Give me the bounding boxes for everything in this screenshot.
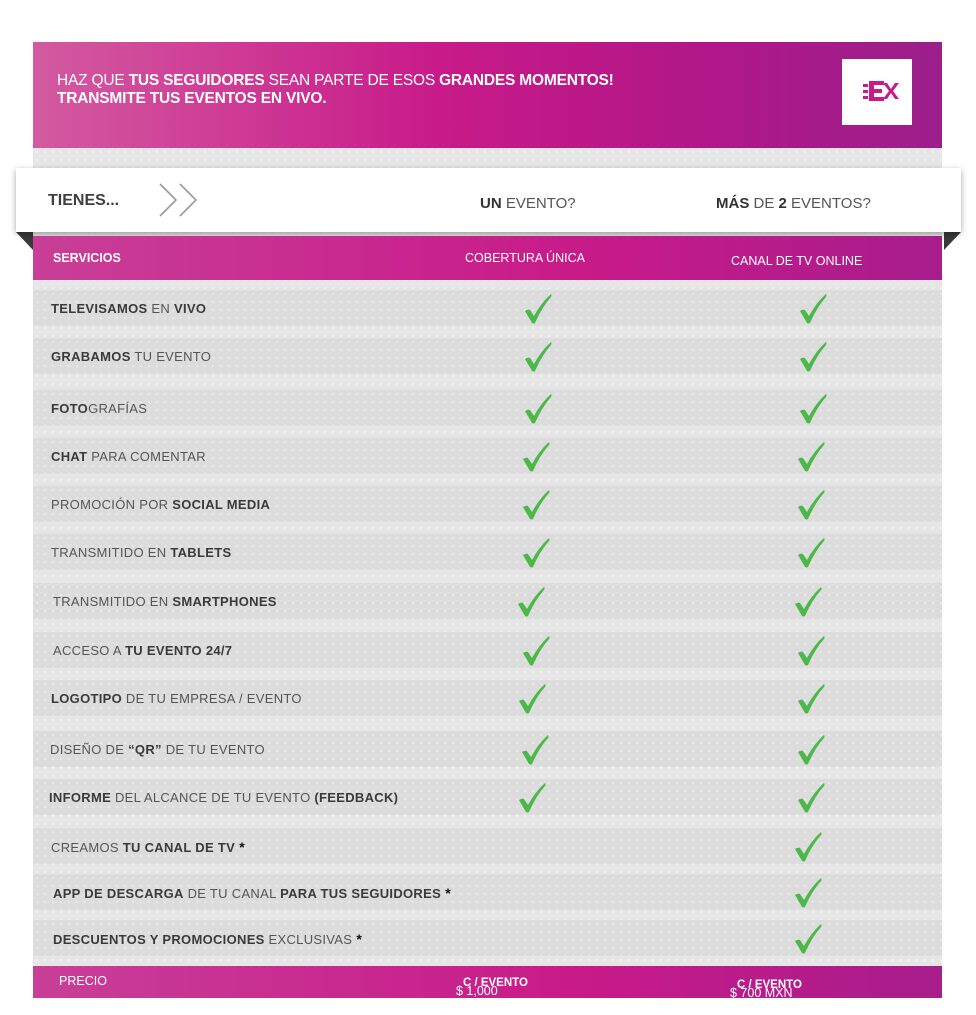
service-label: ACCESO A TU EVENTO 24/7 <box>53 643 233 658</box>
col1-plan-name: COBERTURA ÚNICA <box>465 251 585 265</box>
hero-line-2: TRANSMITE TUS EVENTOS EN VIVO. <box>57 90 327 107</box>
table-row: TELEVISAMOS EN VIVO <box>33 290 942 326</box>
price-label: PRECIO <box>59 974 107 988</box>
green-checkmark-icon <box>800 294 827 324</box>
service-label: TELEVISAMOS EN VIVO <box>51 301 207 316</box>
green-checkmark-icon <box>800 342 827 372</box>
green-checkmark-icon <box>795 832 822 862</box>
service-label: TRANSMITIDO EN SMARTPHONES <box>53 594 277 609</box>
service-label: CREAMOS TU CANAL DE TV * <box>51 839 245 855</box>
hero-headline: HAZ QUE TUS SEGUIDORES SEAN PARTE DE ESO… <box>57 72 614 108</box>
service-label: CHAT PARA COMENTAR <box>51 449 206 464</box>
fold-shadow-left <box>16 232 33 250</box>
table-row: ACCESO A TU EVENTO 24/7 <box>33 632 942 668</box>
green-checkmark-icon <box>798 490 825 520</box>
green-checkmark-icon <box>795 878 822 908</box>
price-row: PRECIO $ 1,000 MXN C / EVENTO $ 700 MXN … <box>33 966 942 1012</box>
service-label: PROMOCIÓN POR SOCIAL MEDIA <box>51 497 271 512</box>
green-checkmark-icon <box>798 684 825 714</box>
table-row: DESCUENTOS Y PROMOCIONES EXCLUSIVAS * <box>33 920 942 956</box>
col2-heading: MÁS DE 2 EVENTOS? <box>716 195 871 212</box>
green-checkmark-icon <box>795 924 822 954</box>
green-checkmark-icon <box>795 587 822 617</box>
col1-heading: UN EVENTO? <box>480 195 576 212</box>
green-checkmark-icon <box>519 783 546 813</box>
service-label: INFORME DEL ALCANCE DE TU EVENTO (FEEDBA… <box>49 790 399 805</box>
table-row: FOTOGRAFÍAS <box>33 390 942 426</box>
table-row: GRABAMOS TU EVENTO <box>33 338 942 374</box>
services-header: SERVICIOS COBERTURA ÚNICA CANAL DE TV ON… <box>33 236 942 280</box>
table-row: CHAT PARA COMENTAR <box>33 438 942 474</box>
service-label: FOTOGRAFÍAS <box>51 401 148 416</box>
col2-price: $ 700 MXN C / EVENTO <box>730 979 802 1000</box>
service-label: DESCUENTOS Y PROMOCIONES EXCLUSIVAS * <box>53 931 363 947</box>
green-checkmark-icon <box>798 735 825 765</box>
green-checkmark-icon <box>798 538 825 568</box>
col1-price: $ 1,000 MXN C / EVENTO <box>456 977 528 1012</box>
green-checkmark-icon <box>523 636 550 666</box>
service-label: LOGOTIPO DE TU EMPRESA / EVENTO <box>51 691 302 706</box>
table-row: INFORME DEL ALCANCE DE TU EVENTO (FEEDBA… <box>33 779 942 815</box>
double-chevron-right-icon <box>159 183 198 217</box>
service-label: GRABAMOS TU EVENTO <box>51 349 212 364</box>
table-row: TRANSMITIDO EN SMARTPHONES <box>33 583 942 619</box>
tienes-label: TIENES... <box>48 192 120 209</box>
green-checkmark-icon <box>800 394 827 424</box>
table-row: DISEÑO DE “QR” DE TU EVENTO <box>33 731 942 767</box>
service-label: TRANSMITIDO EN TABLETS <box>51 545 232 560</box>
green-checkmark-icon <box>798 636 825 666</box>
green-checkmark-icon <box>525 342 552 372</box>
hero-banner: HAZ QUE TUS SEGUIDORES SEAN PARTE DE ESO… <box>33 42 942 148</box>
green-checkmark-icon <box>523 490 550 520</box>
green-checkmark-icon <box>523 538 550 568</box>
ex-plug-logo-icon <box>863 81 899 101</box>
services-label: SERVICIOS <box>53 251 121 265</box>
question-bar: TIENES... UN EVENTO? MÁS DE 2 EVENTOS? <box>16 168 961 232</box>
table-row: APP DE DESCARGA DE TU CANAL PARA TUS SEG… <box>33 874 942 910</box>
table-row: PROMOCIÓN POR SOCIAL MEDIA <box>33 486 942 522</box>
green-checkmark-icon <box>518 587 545 617</box>
green-checkmark-icon <box>798 783 825 813</box>
green-checkmark-icon <box>522 735 549 765</box>
fold-shadow-right <box>944 232 961 250</box>
green-checkmark-icon <box>525 394 552 424</box>
green-checkmark-icon <box>525 294 552 324</box>
col2-plan-name: CANAL DE TV ONLINE <box>731 254 863 268</box>
table-row: LOGOTIPO DE TU EMPRESA / EVENTO <box>33 680 942 716</box>
brand-logo[interactable] <box>842 59 912 125</box>
green-checkmark-icon <box>798 442 825 472</box>
service-label: DISEÑO DE “QR” DE TU EVENTO <box>50 742 265 757</box>
table-row: CREAMOS TU CANAL DE TV * <box>33 828 942 864</box>
service-label: APP DE DESCARGA DE TU CANAL PARA TUS SEG… <box>53 885 452 901</box>
green-checkmark-icon <box>519 684 546 714</box>
table-row: TRANSMITIDO EN TABLETS <box>33 534 942 570</box>
green-checkmark-icon <box>523 442 550 472</box>
hero-line-1: HAZ QUE TUS SEGUIDORES SEAN PARTE DE ESO… <box>57 72 614 89</box>
